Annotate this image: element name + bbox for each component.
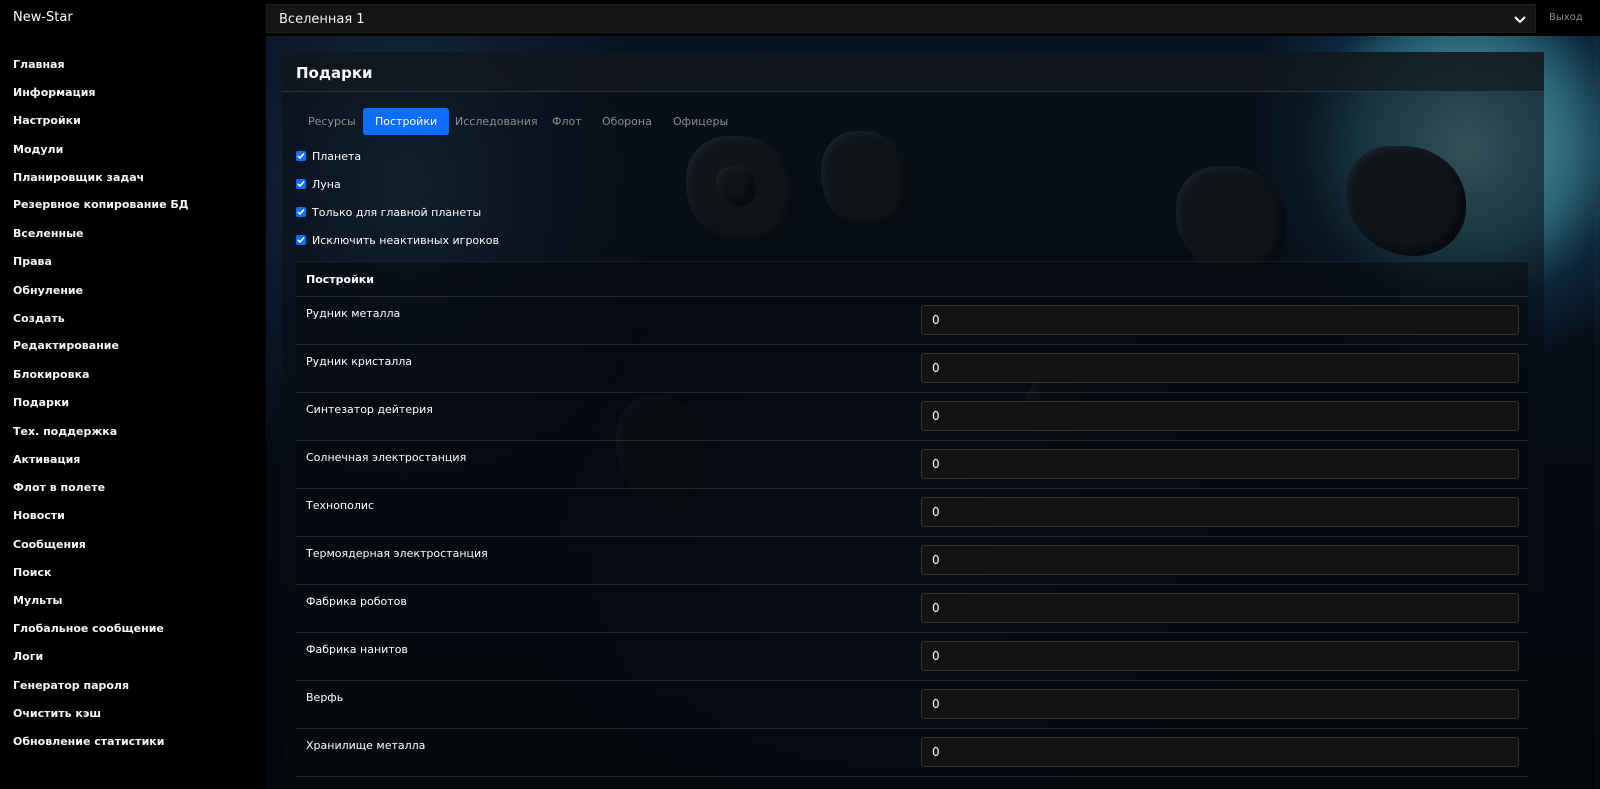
top-bar: New-Star Вселенная 1 Выход	[0, 0, 1600, 36]
checkbox-planet[interactable]: Планета	[296, 150, 361, 164]
tab-resources[interactable]: Ресурсы	[308, 108, 356, 135]
brand-logo[interactable]: New-Star	[13, 10, 73, 25]
sidebar-item-news[interactable]: Новости	[13, 509, 65, 522]
checkbox-label: Луна	[312, 178, 341, 191]
sidebar-item-modules[interactable]: Модули	[13, 143, 63, 156]
sidebar-item-logs[interactable]: Логи	[13, 650, 43, 663]
sidebar-item-fleet-in-flight[interactable]: Флот в полете	[13, 481, 105, 494]
checkbox-moon[interactable]: Луна	[296, 178, 341, 192]
quantity-input[interactable]	[921, 353, 1519, 383]
universe-select-value: Вселенная 1	[279, 12, 365, 27]
sidebar-item-search[interactable]: Поиск	[13, 566, 51, 579]
checkbox-checked-icon[interactable]	[296, 151, 306, 161]
row-label: Рудник металла	[306, 307, 401, 320]
gifts-panel: Подарки Ресурсы Постройки Исследования Ф…	[282, 52, 1544, 789]
tab-fleet[interactable]: Флот	[552, 108, 582, 135]
sidebar-item-universes[interactable]: Вселенные	[13, 227, 84, 240]
quantity-input[interactable]	[921, 497, 1519, 527]
scrollbar[interactable]	[1594, 36, 1600, 789]
sidebar-item-multis[interactable]: Мульты	[13, 594, 62, 607]
quantity-input[interactable]	[921, 449, 1519, 479]
checkbox-label: Исключить неактивных игроков	[312, 234, 500, 247]
table-title: Постройки	[306, 273, 374, 286]
quantity-input[interactable]	[921, 593, 1519, 623]
sidebar-item-password-generator[interactable]: Генератор пароля	[13, 679, 129, 692]
buildings-table: Постройки Рудник металла Рудник кристалл…	[296, 261, 1528, 789]
sidebar-item-rights[interactable]: Права	[13, 255, 52, 268]
checkbox-checked-icon[interactable]	[296, 207, 306, 217]
table-row: Солнечная электростанция	[296, 440, 1528, 489]
sidebar-item-home[interactable]: Главная	[13, 58, 65, 71]
table-row: Технополис	[296, 488, 1528, 537]
chevron-down-icon	[1513, 12, 1527, 26]
table-row: Рудник кристалла	[296, 344, 1528, 393]
table-row: Рудник металла	[296, 296, 1528, 345]
checkbox-exclude-inactive[interactable]: Исключить неактивных игроков	[296, 234, 499, 248]
sidebar-item-edit[interactable]: Редактирование	[13, 339, 119, 352]
logout-link[interactable]: Выход	[1549, 12, 1583, 23]
sidebar: Главная Информация Настройки Модули План…	[0, 36, 266, 789]
sidebar-item-clear-cache[interactable]: Очистить кэш	[13, 707, 101, 720]
quantity-input[interactable]	[921, 401, 1519, 431]
panel-header: Подарки	[282, 52, 1544, 92]
sidebar-item-create[interactable]: Создать	[13, 312, 65, 325]
checkbox-label: Планета	[312, 150, 362, 163]
quantity-input[interactable]	[921, 737, 1519, 767]
table-row: Термоядерная электростанция	[296, 536, 1528, 585]
quantity-input[interactable]	[921, 545, 1519, 575]
table-row: Фабрика роботов	[296, 584, 1528, 633]
sidebar-item-update-stats[interactable]: Обновление статистики	[13, 735, 164, 748]
sidebar-item-scheduler[interactable]: Планировщик задач	[13, 171, 144, 184]
sidebar-item-support[interactable]: Тех. поддержка	[13, 425, 117, 438]
page-title: Подарки	[296, 64, 373, 82]
sidebar-item-ban[interactable]: Блокировка	[13, 368, 89, 381]
row-label: Фабрика нанитов	[306, 643, 408, 656]
row-label: Термоядерная электростанция	[306, 547, 488, 560]
quantity-input[interactable]	[921, 689, 1519, 719]
row-label: Технополис	[306, 499, 375, 512]
sidebar-item-settings[interactable]: Настройки	[13, 114, 81, 127]
sidebar-item-reset[interactable]: Обнуление	[13, 284, 83, 297]
checkbox-main-planet-only[interactable]: Только для главной планеты	[296, 206, 481, 220]
sidebar-item-info[interactable]: Информация	[13, 86, 96, 99]
row-label: Рудник кристалла	[306, 355, 413, 368]
tab-defense[interactable]: Оборона	[602, 108, 652, 135]
row-label: Фабрика роботов	[306, 595, 407, 608]
row-label: Хранилище металла	[306, 739, 426, 752]
quantity-input[interactable]	[921, 641, 1519, 671]
table-row: Фабрика нанитов	[296, 632, 1528, 681]
sidebar-item-messages[interactable]: Сообщения	[13, 538, 86, 551]
tab-officers[interactable]: Офицеры	[673, 108, 728, 135]
sidebar-item-activation[interactable]: Активация	[13, 453, 80, 466]
tab-buildings[interactable]: Постройки	[363, 108, 450, 135]
quantity-input[interactable]	[921, 305, 1519, 335]
checkbox-label: Только для главной планеты	[312, 206, 482, 219]
checkbox-checked-icon[interactable]	[296, 235, 306, 245]
row-label: Солнечная электростанция	[306, 451, 467, 464]
row-label: Верфь	[306, 691, 344, 704]
tab-research[interactable]: Исследования	[455, 108, 538, 135]
table-row: Синтезатор дейтерия	[296, 392, 1528, 441]
sidebar-item-gifts[interactable]: Подарки	[13, 396, 69, 409]
sidebar-item-global-message[interactable]: Глобальное сообщение	[13, 622, 164, 635]
checkbox-checked-icon[interactable]	[296, 179, 306, 189]
table-header: Постройки	[296, 261, 1528, 297]
row-label: Синтезатор дейтерия	[306, 403, 433, 416]
table-row: Верфь	[296, 680, 1528, 729]
table-row: Хранилище металла	[296, 728, 1528, 777]
universe-select[interactable]: Вселенная 1	[266, 4, 1536, 33]
sidebar-item-backup[interactable]: Резервное копирование БД	[13, 198, 189, 211]
